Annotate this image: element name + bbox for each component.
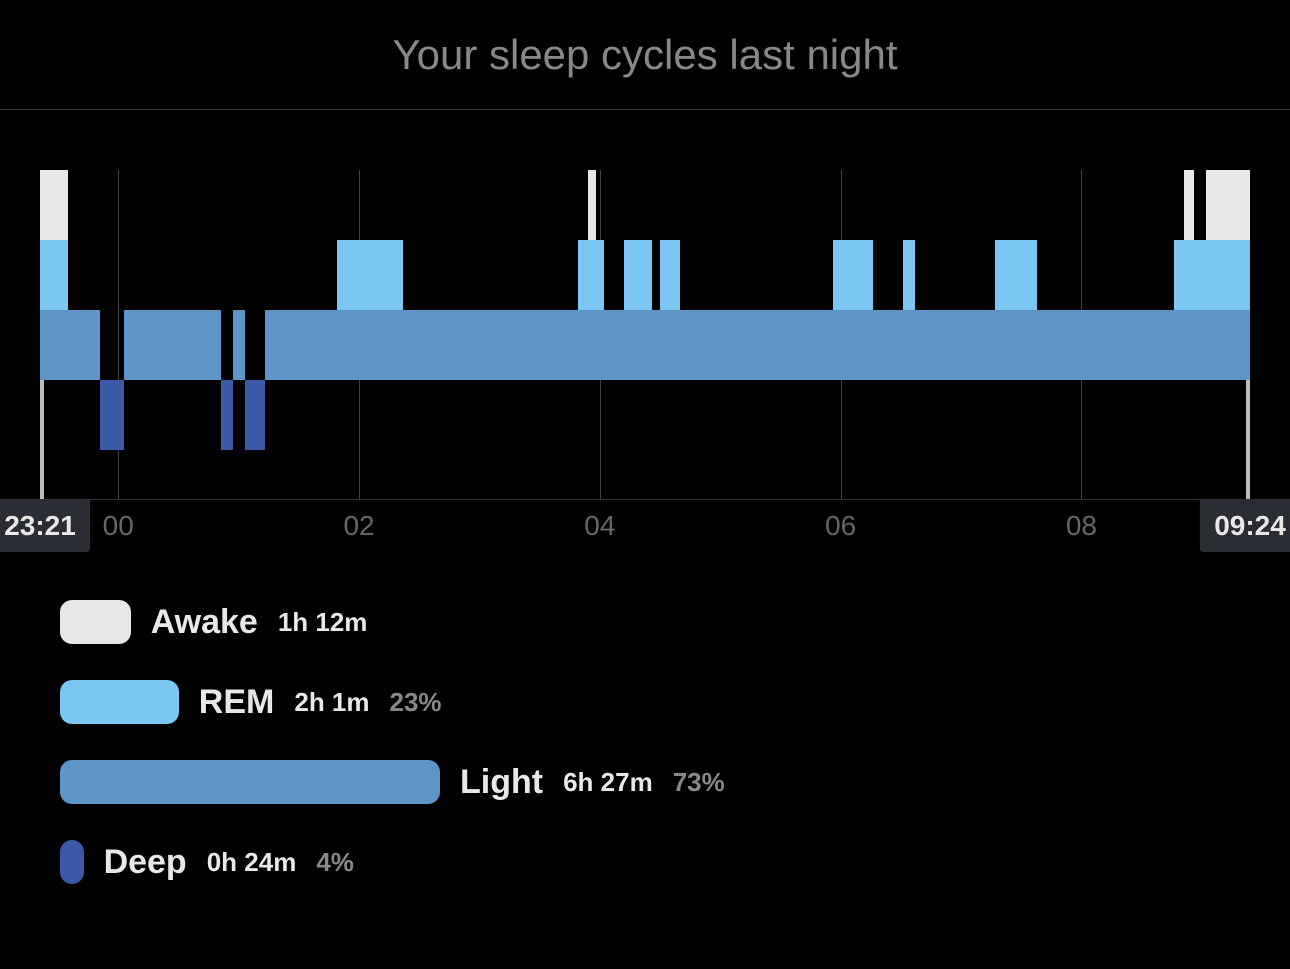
time-tick: 06 xyxy=(825,510,856,542)
sleep-segment-rem xyxy=(660,240,680,310)
time-tick: 02 xyxy=(343,510,374,542)
legend-row-rem: REM 2h 1m 23% xyxy=(60,680,1230,724)
sleep-segment-rem xyxy=(1174,240,1184,310)
legend-name: Awake xyxy=(151,603,258,642)
sleep-segment-awake xyxy=(1206,170,1250,240)
legend-swatch-rem xyxy=(60,680,179,724)
sleep-segment-rem xyxy=(337,240,403,310)
sleep-segment-light xyxy=(68,310,100,380)
sleep-segment-light xyxy=(265,310,337,380)
sleep-segment-light xyxy=(915,310,995,380)
sleep-segment-rem xyxy=(624,240,652,310)
sleep-segment-rem xyxy=(833,240,873,310)
sleep-segment-rem xyxy=(903,240,915,310)
time-tick: 00 xyxy=(103,510,134,542)
legend-row-deep: Deep 0h 24m 4% xyxy=(60,840,1230,884)
sleep-segment-awake xyxy=(40,170,68,240)
sleep-segment-light xyxy=(873,310,903,380)
sleep-segment-rem xyxy=(995,240,1037,310)
legend-swatch-light xyxy=(60,760,440,804)
end-time-badge: 09:24 xyxy=(1200,500,1290,552)
sleep-segment-light xyxy=(1037,310,1173,380)
sleep-segment-light xyxy=(604,310,624,380)
legend-duration: 0h 24m xyxy=(207,847,297,878)
legend-duration: 6h 27m xyxy=(563,767,653,798)
legend-duration: 2h 1m xyxy=(294,687,369,718)
time-axis: 23:21 09:24 00 02 04 06 08 xyxy=(0,500,1290,560)
legend-duration: 1h 12m xyxy=(278,607,368,638)
legend-percent: 4% xyxy=(316,847,354,878)
sleep-segment-light xyxy=(680,310,833,380)
legend-name: Deep xyxy=(104,843,187,882)
legend-row-light: Light 6h 27m 73% xyxy=(60,760,1230,804)
legend-name: Light xyxy=(460,763,543,802)
page-header: Your sleep cycles last night xyxy=(0,0,1290,110)
sleep-segment-awake xyxy=(588,170,596,240)
sleep-segment-awake xyxy=(1184,170,1194,240)
sleep-chart xyxy=(0,110,1290,500)
sleep-segment-light xyxy=(652,310,660,380)
time-tick: 04 xyxy=(584,510,615,542)
sleep-segment-light xyxy=(124,310,220,380)
sleep-segment-rem xyxy=(1194,240,1206,310)
legend-percent: 23% xyxy=(390,687,442,718)
sleep-segment-light xyxy=(233,310,245,380)
sleep-segment-light xyxy=(403,310,578,380)
sleep-segment-deep xyxy=(221,380,233,450)
sleep-segment-deep xyxy=(245,380,265,450)
sleep-segment-rem xyxy=(578,240,588,310)
legend-percent: 73% xyxy=(673,767,725,798)
time-tick: 08 xyxy=(1066,510,1097,542)
sleep-segment-deep xyxy=(100,380,124,450)
page-title: Your sleep cycles last night xyxy=(392,31,897,79)
legend-row-awake: Awake 1h 12m xyxy=(60,600,1230,644)
sleep-segment-rem xyxy=(596,240,604,310)
legend-name: REM xyxy=(199,683,275,722)
start-time-badge: 23:21 xyxy=(0,500,90,552)
legend-swatch-deep xyxy=(60,840,84,884)
legend-swatch-awake xyxy=(60,600,131,644)
legend: Awake 1h 12m REM 2h 1m 23% Light 6h 27m … xyxy=(0,560,1290,884)
